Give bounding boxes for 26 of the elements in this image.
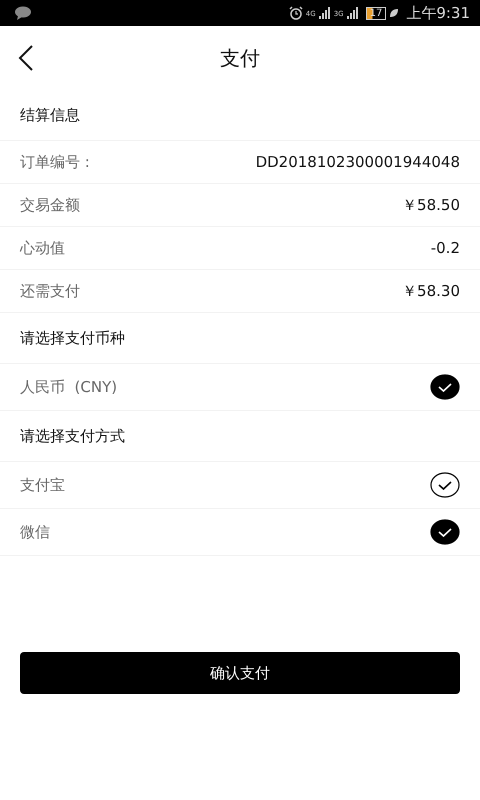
info-label: 交易金额 <box>20 196 80 214</box>
leaf-icon <box>389 8 400 18</box>
option-label: 微信 <box>20 522 50 542</box>
unchecked-circle-icon[interactable] <box>430 472 460 498</box>
signal-icon <box>318 7 331 19</box>
info-value: ￥58.50 <box>402 196 460 214</box>
message-icon <box>14 6 32 20</box>
page-title: 支付 <box>220 44 260 72</box>
checked-circle-icon[interactable] <box>430 374 460 400</box>
signal-icon <box>346 7 359 19</box>
checked-circle-icon[interactable] <box>430 519 460 545</box>
info-value: DD2018102300001944048 <box>256 153 460 171</box>
section-title: 请选择支付方式 <box>20 426 125 446</box>
info-label: 还需支付 <box>20 282 80 300</box>
section-title: 请选择支付币种 <box>20 328 125 348</box>
confirm-button[interactable]: 确认支付 <box>20 652 460 694</box>
info-value: ￥58.30 <box>402 282 460 300</box>
option-label: 人民币 (CNY) <box>20 378 118 396</box>
back-icon[interactable] <box>18 44 34 72</box>
alarm-icon <box>288 6 303 20</box>
option-label: 支付宝 <box>20 476 65 494</box>
info-label: 订单编号 : <box>20 152 90 172</box>
status-time: 上午9:31 <box>406 4 470 22</box>
info-value: -0.2 <box>430 239 460 257</box>
info-label: 心动值 <box>20 238 65 258</box>
section-title: 结算信息 <box>20 106 80 124</box>
